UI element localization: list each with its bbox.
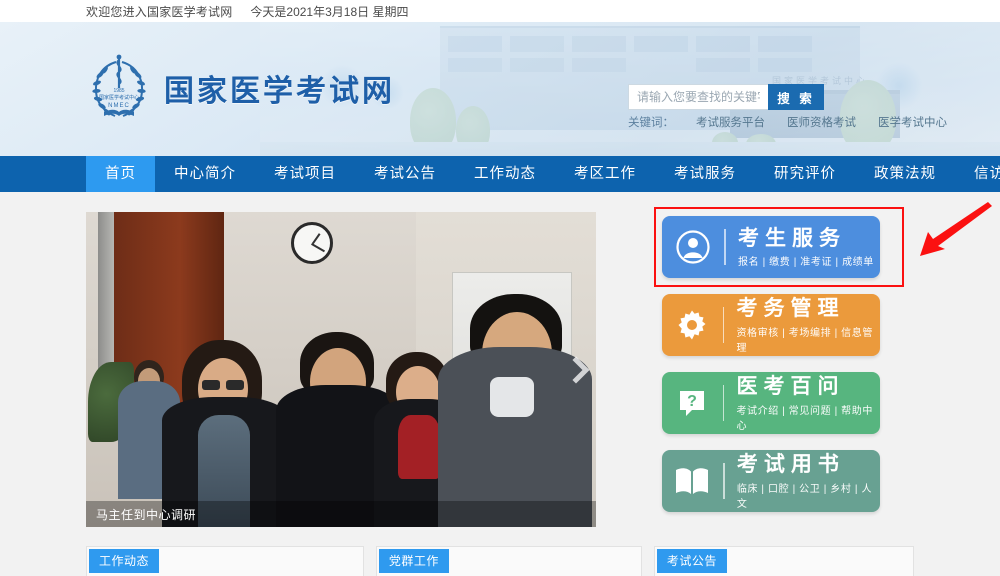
nav-item-work-news[interactable]: 工作动态 [455, 156, 555, 192]
search-button[interactable]: 搜 索 [768, 84, 824, 110]
search-box[interactable]: 搜 索 [628, 84, 824, 110]
current-date: 今天是2021年3月18日 星期四 [250, 4, 409, 19]
keyword-link-3[interactable]: 医学考试中心 [878, 114, 947, 130]
card-candidate-service[interactable]: 考生服务 报名 | 缴费 | 准考证 | 成绩单 [654, 207, 904, 287]
wall-clock-icon [291, 222, 333, 264]
page-root: 欢迎您进入国家医学考试网 今天是2021年3月18日 星期四 国家医学考试中心 … [0, 0, 1000, 576]
panel-exam-notices: 考试公告 [653, 546, 915, 576]
card-divider [724, 229, 726, 265]
chevron-right-icon [572, 355, 590, 384]
nav-item-exam-service[interactable]: 考试服务 [655, 156, 755, 192]
svg-text:1985: 1985 [113, 88, 124, 94]
keywords-label: 关键词： [628, 117, 674, 129]
welcome-bar: 欢迎您进入国家医学考试网 今天是2021年3月18日 星期四 [0, 0, 1000, 22]
card-title: 考生服务 [738, 225, 846, 250]
panel-work-news: 工作动态 [86, 546, 364, 576]
carousel-photo [86, 212, 596, 527]
main-navigation: 首页 中心简介 考试项目 考试公告 工作动态 考区工作 考试服务 研究评价 政策… [0, 156, 1000, 192]
user-circle-icon [662, 230, 724, 264]
tab-party-work[interactable]: 党群工作 [378, 549, 449, 573]
card-subtitle: 报名 | 缴费 | 准考证 | 成绩单 [738, 257, 874, 269]
nav-item-policies[interactable]: 政策法规 [855, 156, 955, 192]
card-divider [722, 385, 725, 421]
gear-icon [662, 308, 723, 342]
panel-party-work: 党群工作 [375, 546, 642, 576]
nmec-emblem-icon: 1985 国家医学考试中心 NMEC [86, 52, 152, 124]
card-title: 医考百问 [736, 374, 845, 399]
carousel-caption-text: 马主任到中心调研 [96, 507, 197, 522]
card-exam-books[interactable]: 考试用书 临床 | 口腔 | 公卫 | 乡村 | 人文 [662, 450, 880, 512]
news-carousel[interactable]: 马主任到中心调研 [86, 212, 596, 527]
search-input[interactable] [628, 84, 768, 110]
site-title: 国家医学考试网 [164, 74, 395, 109]
card-divider [722, 307, 725, 343]
svg-text:?: ? [687, 393, 697, 410]
card-subtitle: 考试介绍 | 常见问题 | 帮助中心 [736, 405, 873, 432]
book-icon [662, 466, 723, 496]
nav-item-district-work[interactable]: 考区工作 [555, 156, 655, 192]
card-divider [722, 463, 725, 499]
svg-text:NMEC: NMEC [108, 103, 130, 109]
nav-item-research[interactable]: 研究评价 [755, 156, 855, 192]
bottom-panels: 工作动态 党群工作 考试公告 [86, 546, 915, 576]
nav-item-exam-notices[interactable]: 考试公告 [355, 156, 455, 192]
tab-work-news[interactable]: 工作动态 [89, 549, 160, 573]
card-title: 考务管理 [736, 296, 845, 321]
site-logo[interactable]: 1985 国家医学考试中心 NMEC 国家医学考试网 [86, 52, 395, 124]
card-subtitle: 资格审核 | 考场编排 | 信息管理 [736, 327, 873, 354]
hot-keywords: 关键词： 考试服务平台 医师资格考试 医学考试中心 [628, 114, 947, 130]
nav-item-petition[interactable]: 信访工作 [955, 156, 1000, 192]
nav-item-exam-projects[interactable]: 考试项目 [255, 156, 355, 192]
nav-item-home[interactable]: 首页 [86, 156, 155, 192]
carousel-next-button[interactable] [566, 345, 596, 395]
service-cards: 考生服务 报名 | 缴费 | 准考证 | 成绩单 考务管理 资格审核 | 考场编… [654, 207, 912, 528]
keyword-link-1[interactable]: 考试服务平台 [696, 114, 765, 130]
card-exam-administration[interactable]: 考务管理 资格审核 | 考场编排 | 信息管理 [662, 294, 880, 356]
welcome-text: 欢迎您进入国家医学考试网 [86, 4, 233, 19]
banner-ground [260, 142, 1000, 156]
card-exam-faq[interactable]: ? 医考百问 考试介绍 | 常见问题 | 帮助中心 [662, 372, 880, 434]
keyword-link-2[interactable]: 医师资格考试 [787, 114, 856, 130]
nav-item-about[interactable]: 中心简介 [155, 156, 255, 192]
tab-exam-notices[interactable]: 考试公告 [656, 549, 727, 573]
card-subtitle: 临床 | 口腔 | 公卫 | 乡村 | 人文 [736, 483, 873, 510]
question-bubble-icon: ? [662, 386, 723, 420]
main-content: 马主任到中心调研 考生服务 报名 | 缴费 | 准考证 | 成绩单 考务管理 资… [0, 192, 1000, 576]
svg-text:国家医学考试中心: 国家医学考试中心 [99, 94, 139, 101]
carousel-caption: 马主任到中心调研 [86, 501, 596, 527]
site-banner: 国家医学考试中心 1985 国家医学考试中心 NMEC 国家医学考试网 请输入您… [0, 22, 1000, 156]
card-title: 考试用书 [736, 452, 845, 477]
